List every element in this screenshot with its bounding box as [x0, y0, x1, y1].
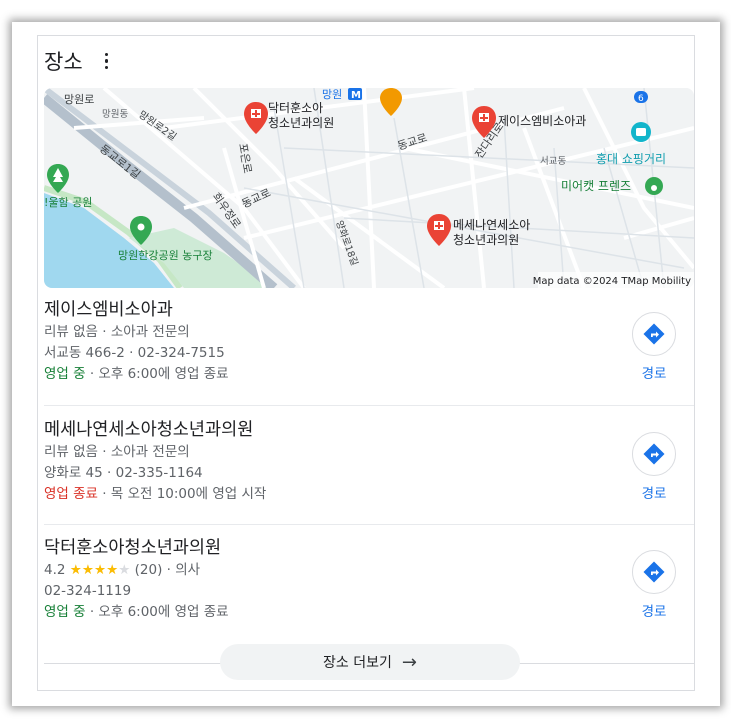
directions-label: 경로: [641, 604, 667, 620]
svg-text:홍대 쇼핑거리: 홍대 쇼핑거리: [596, 152, 666, 166]
svg-text:메세나연세소아: 메세나연세소아: [453, 218, 530, 232]
star-filled-icon: ★: [69, 562, 82, 578]
rating-value: 4.2: [44, 562, 66, 578]
map-attribution: Map data ©2024 TMap Mobility: [533, 276, 691, 287]
svg-text:청소년과의원: 청소년과의원: [268, 116, 334, 130]
directions-label: 경로: [641, 366, 667, 382]
panel-header: 장소: [44, 44, 115, 78]
divider: [44, 405, 694, 406]
place-hours: 영업 종료 · 목 오전 10:00에 영업 시작: [44, 486, 267, 502]
svg-text:망원동: 망원동: [102, 109, 128, 120]
svg-text:제이스엠비소아과: 제이스엠비소아과: [498, 114, 586, 128]
arrow-right-icon: →: [401, 651, 417, 673]
place-name[interactable]: 메세나연세소아청소년과의원: [44, 418, 694, 442]
divider: [44, 524, 694, 525]
directions-button[interactable]: 경로: [632, 432, 676, 502]
star-empty-icon: ★: [118, 562, 131, 578]
svg-text:!울함 공원: !울함 공원: [44, 196, 92, 209]
directions-button[interactable]: 경로: [632, 550, 676, 620]
directions-icon: [632, 312, 676, 356]
svg-text:청소년과의원: 청소년과의원: [453, 233, 519, 247]
place-details: 리뷰 없음 · 소아과 전문의: [44, 444, 190, 460]
review-count[interactable]: (20): [135, 562, 163, 578]
open-status: 영업 중: [44, 604, 86, 620]
place-name[interactable]: 닥터훈소아청소년과의원: [44, 536, 694, 560]
panel-title: 장소: [44, 50, 83, 74]
svg-text:6: 6: [638, 94, 644, 104]
map-view[interactable]: 망원로 망원동 망원로2길 동교로1길 포은로 동교로 동교로 희우정로 양화로…: [44, 88, 694, 288]
star-rating: ★★★★★: [70, 562, 131, 578]
place-result[interactable]: 닥터훈소아청소년과의원 4.2 ★★★★★ (20) · 의사 02-324-1…: [44, 536, 694, 623]
directions-icon: [632, 432, 676, 476]
open-status: 영업 중: [44, 366, 86, 382]
places-panel: 장소 망원로 망원동 망원로2길 동교로1길 포은로 동교로 동교로 희우정로 …: [37, 35, 695, 691]
place-name[interactable]: 제이스엠비소아과: [44, 298, 694, 322]
place-hours: 영업 중 · 오후 6:00에 영업 종료: [44, 366, 229, 382]
place-rating-row: 4.2 ★★★★★ (20) · 의사: [44, 560, 694, 581]
place-address: 서교동 466-2 · 02-324-7515: [44, 345, 225, 361]
place-hours: 영업 중 · 오후 6:00에 영업 종료: [44, 604, 229, 620]
directions-button[interactable]: 경로: [632, 312, 676, 382]
place-result[interactable]: 제이스엠비소아과 리뷰 없음 · 소아과 전문의 서교동 466-2 · 02-…: [44, 298, 694, 385]
star-filled-icon: ★: [106, 562, 119, 578]
more-places-label: 장소 더보기: [323, 655, 392, 671]
svg-text:미어캣 프렌즈: 미어캣 프렌즈: [561, 179, 631, 193]
place-result[interactable]: 메세나연세소아청소년과의원 리뷰 없음 · 소아과 전문의 양화로 45 · 0…: [44, 418, 694, 505]
svg-text:닥터훈소아: 닥터훈소아: [268, 101, 323, 115]
directions-icon: [632, 550, 676, 594]
place-category: · 의사: [162, 562, 201, 578]
star-filled-icon: ★: [94, 562, 107, 578]
map-label-mangwonro: 망원로: [64, 93, 94, 106]
svg-text:망원: 망원: [322, 88, 342, 101]
directions-label: 경로: [641, 486, 667, 502]
star-filled-icon: ★: [81, 562, 94, 578]
place-address: 양화로 45 · 02-335-1164: [44, 465, 203, 481]
svg-text:서교동: 서교동: [540, 156, 566, 167]
closed-status: 영업 종료: [44, 486, 98, 502]
more-options-icon[interactable]: [99, 51, 115, 71]
svg-text:망원한강공원 농구장: 망원한강공원 농구장: [118, 249, 213, 262]
place-details: 리뷰 없음 · 소아과 전문의: [44, 324, 190, 340]
more-places-button[interactable]: 장소 더보기 →: [220, 644, 520, 680]
svg-text:M: M: [351, 90, 361, 101]
place-phone: 02-324-1119: [44, 583, 132, 599]
